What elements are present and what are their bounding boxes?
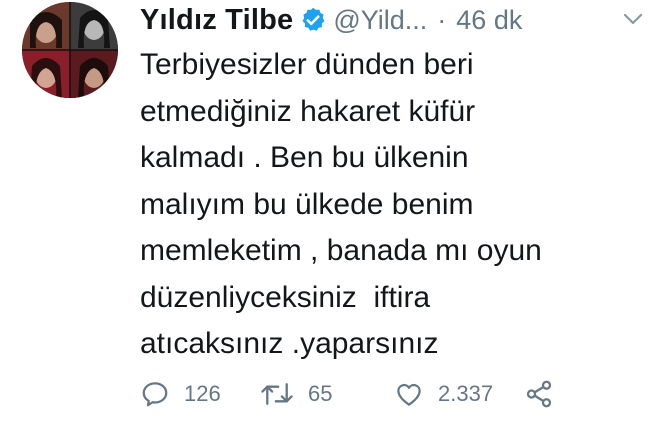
avatar-image (22, 2, 118, 98)
heart-icon (397, 383, 421, 406)
retweet-count: 65 (308, 381, 333, 406)
chevron-down-icon[interactable] (622, 8, 644, 30)
verified-badge-icon (299, 6, 327, 34)
tweet-text-line: düzenliyceksiniz iftira (140, 280, 431, 314)
tweet-actions: 126 65 2.337 (140, 372, 640, 416)
share-icon (526, 380, 552, 408)
tweet-timestamp[interactable]: 46 dk (456, 5, 522, 36)
retweet-button[interactable]: 65 (260, 372, 332, 416)
tweet-text-line: etmediğiniz hakaret küfür (140, 94, 476, 128)
tweet-text-line: memleketim , banada mı oyun (140, 234, 542, 267)
tweet-header: Yıldız Tilbe @Yild... · 46 dk (140, 0, 640, 40)
tweet-text-line: kalmadı . Ben bu ülkenin (140, 141, 469, 174)
tweet-text-line: Terbiyesizler dünden beri (140, 48, 474, 81)
separator-dot: · (437, 4, 447, 35)
avatar[interactable] (22, 2, 118, 98)
retweet-icon (261, 383, 293, 405)
user-handle[interactable]: @Yild... (333, 5, 427, 36)
tweet-text-line: malıyım bu ülkede benim (140, 187, 474, 221)
share-button[interactable] (524, 372, 554, 416)
tweet-text-line: atıcaksınız .yaparsınız (140, 327, 439, 360)
tweet-text: Terbiyesizler dünden beri etmediğiniz ha… (140, 42, 640, 368)
reply-icon (142, 382, 168, 407)
like-count: 2.337 (438, 381, 494, 406)
like-button[interactable]: 2.337 (394, 372, 493, 416)
display-name[interactable]: Yıldız Tilbe (140, 4, 293, 37)
reply-count: 126 (184, 381, 221, 406)
reply-button[interactable]: 126 (140, 372, 221, 416)
